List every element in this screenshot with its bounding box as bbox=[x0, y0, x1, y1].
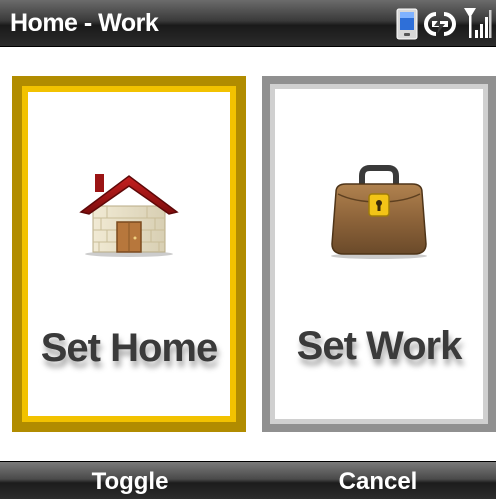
title-bar: Home - Work bbox=[0, 0, 496, 47]
device-icon[interactable] bbox=[396, 8, 418, 40]
cancel-softkey[interactable]: Cancel bbox=[298, 467, 458, 497]
connection-icon[interactable] bbox=[422, 8, 458, 40]
softkey-bar: Toggle Cancel bbox=[0, 461, 496, 499]
home-work-screen: Home - Work Set Home Set Work Toggle Can… bbox=[0, 0, 496, 499]
set-home-label: Set Home bbox=[40, 326, 219, 370]
set-home-option[interactable]: Set Home bbox=[12, 76, 246, 432]
house-icon bbox=[77, 166, 181, 263]
signal-strength-icon[interactable] bbox=[462, 6, 492, 40]
briefcase-icon bbox=[324, 164, 434, 265]
window-title: Home - Work bbox=[10, 9, 159, 37]
toggle-softkey[interactable]: Toggle bbox=[50, 467, 210, 497]
status-icons bbox=[396, 6, 492, 40]
set-work-label: Set Work bbox=[296, 324, 463, 368]
set-work-option[interactable]: Set Work bbox=[262, 76, 496, 432]
